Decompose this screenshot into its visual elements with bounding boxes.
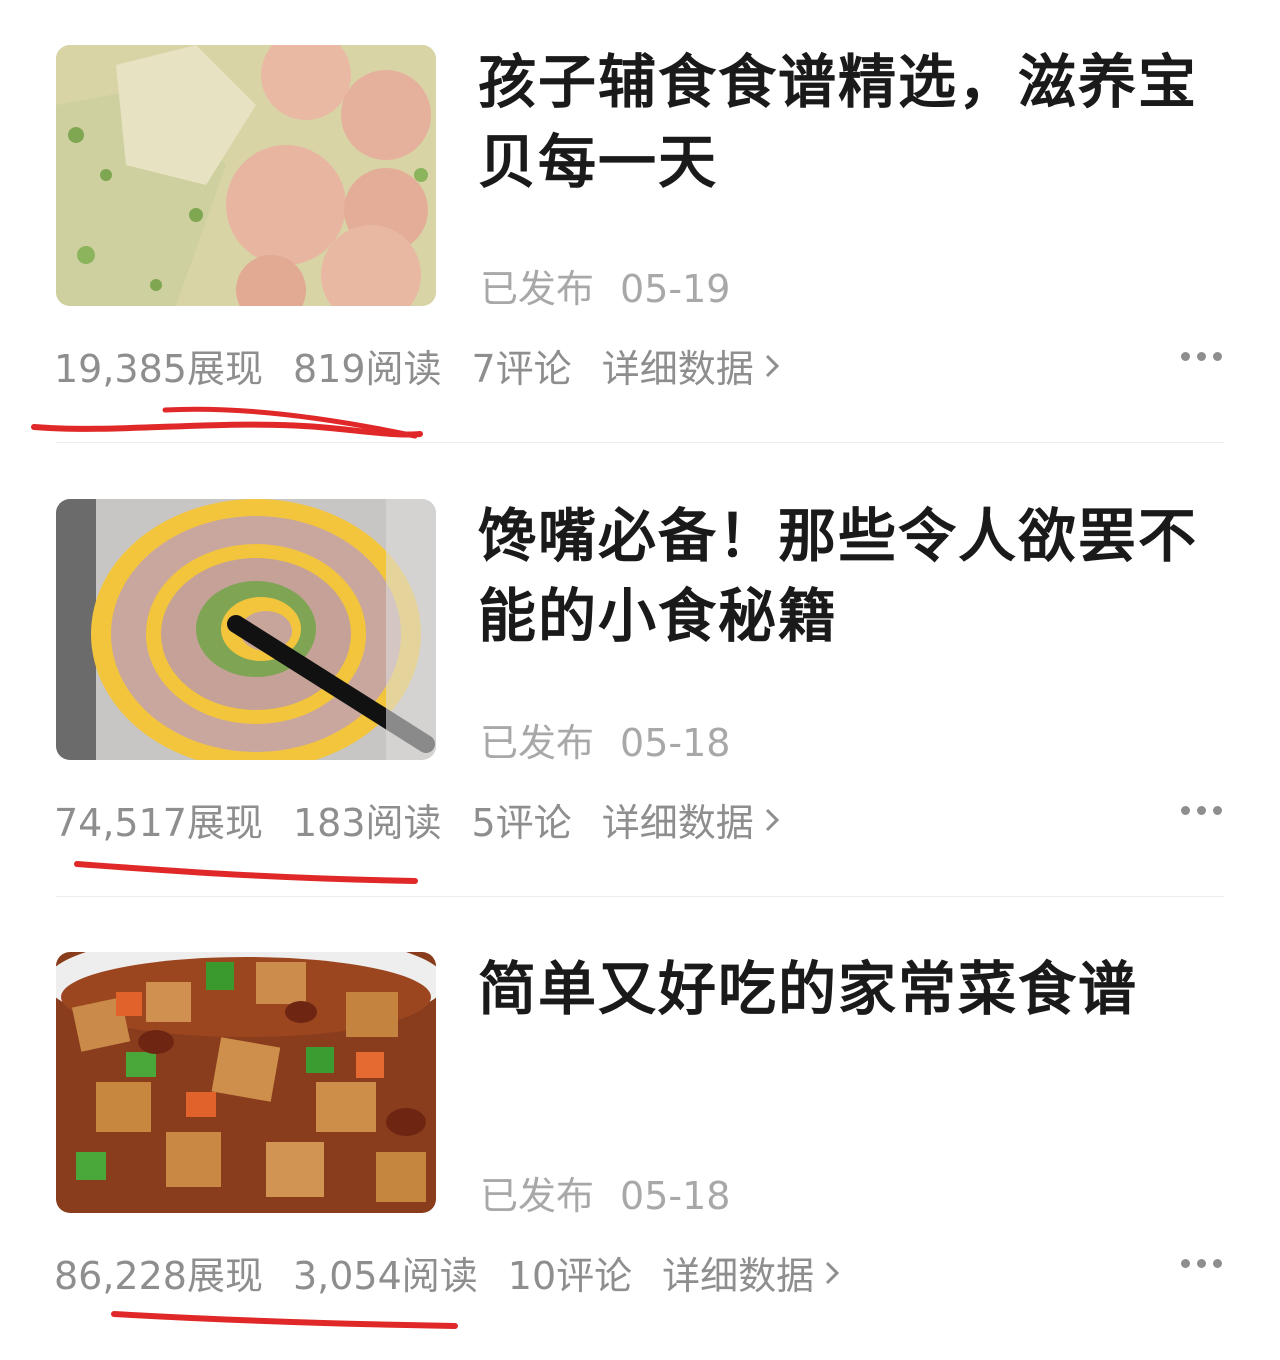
article-stats: 19,385展现 819阅读 7评论 详细数据 — [54, 338, 780, 393]
impressions-count: 19,385展现 — [54, 347, 263, 391]
detail-data-link[interactable]: 详细数据 — [662, 1245, 840, 1300]
more-options-button[interactable] — [1181, 806, 1222, 815]
impressions-count: 86,228展现 — [54, 1254, 263, 1298]
publish-date: 05-18 — [620, 721, 731, 765]
article-card[interactable]: 孩子辅食食谱精选，滋养宝贝每一天 已发布 05-19 19,385展现 819阅读… — [0, 0, 1280, 453]
detail-data-label: 详细数据 — [601, 347, 754, 391]
reads-count: 3,054阅读 — [292, 1254, 478, 1298]
publish-status: 已发布 — [480, 1174, 595, 1218]
publish-status: 已发布 — [480, 721, 595, 765]
chevron-right-icon — [826, 1261, 840, 1284]
comments-count[interactable]: 10评论 — [508, 1245, 632, 1300]
article-stats: 74,517展现 183阅读 5评论 详细数据 — [54, 792, 780, 847]
article-title[interactable]: 馋嘴必备！那些令人欲罢不能的小食秘籍 — [478, 496, 1218, 656]
reads-count: 183阅读 — [292, 801, 442, 845]
article-stats: 86,228展现 3,054阅读 10评论 详细数据 — [54, 1245, 840, 1300]
article-title[interactable]: 孩子辅食食谱精选，滋养宝贝每一天 — [478, 42, 1218, 202]
publish-date: 05-19 — [620, 267, 731, 311]
publish-date: 05-18 — [620, 1174, 731, 1218]
impressions-count: 74,517展现 — [54, 801, 263, 845]
divider — [56, 442, 1224, 443]
detail-data-label: 详细数据 — [601, 801, 754, 845]
divider — [56, 896, 1224, 897]
comments-count[interactable]: 5评论 — [472, 792, 572, 847]
publish-status: 已发布 — [480, 267, 595, 311]
publish-info: 已发布 05-18 — [480, 1165, 730, 1220]
comments-count[interactable]: 7评论 — [472, 338, 572, 393]
publish-info: 已发布 05-19 — [480, 258, 730, 313]
article-thumbnail[interactable] — [56, 45, 436, 306]
article-card[interactable]: 简单又好吃的家常菜食谱 已发布 05-18 86,228展现 3,054阅读 10… — [0, 907, 1280, 1360]
chevron-right-icon — [765, 354, 779, 377]
publish-info: 已发布 05-18 — [480, 712, 730, 767]
chevron-right-icon — [765, 808, 779, 831]
article-thumbnail[interactable] — [56, 952, 436, 1213]
article-thumbnail[interactable] — [56, 499, 436, 760]
detail-data-link[interactable]: 详细数据 — [602, 792, 780, 847]
more-options-button[interactable] — [1181, 352, 1222, 361]
detail-data-link[interactable]: 详细数据 — [602, 338, 780, 393]
reads-count: 819阅读 — [292, 347, 442, 391]
more-options-button[interactable] — [1181, 1259, 1222, 1268]
article-title[interactable]: 简单又好吃的家常菜食谱 — [478, 949, 1218, 1029]
detail-data-label: 详细数据 — [662, 1254, 815, 1298]
article-card[interactable]: 馋嘴必备！那些令人欲罢不能的小食秘籍 已发布 05-18 74,517展现 183… — [0, 454, 1280, 907]
